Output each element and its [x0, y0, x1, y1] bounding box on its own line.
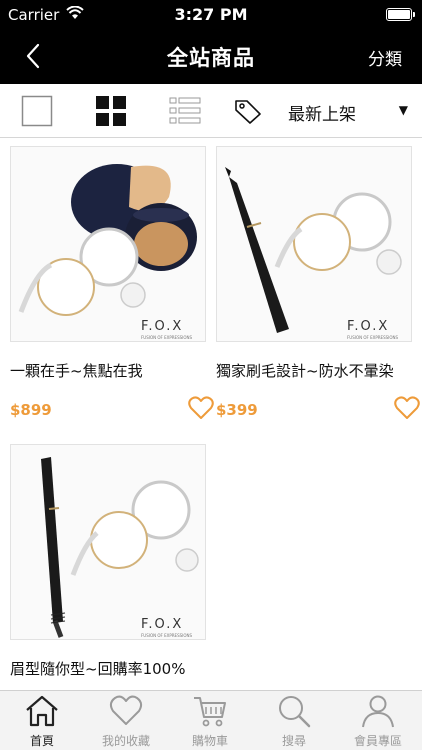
tab-bar: 首頁 我的收藏 購物車 搜尋 會員專區	[0, 690, 422, 750]
category-button[interactable]: 分類	[368, 45, 402, 70]
chevron-left-icon	[26, 43, 40, 69]
brand-tagline: FUSION OF EXPRESSIONS	[347, 335, 398, 340]
brand-tagline: FUSION OF EXPRESSIONS	[141, 335, 192, 340]
tab-label: 搜尋	[281, 734, 306, 748]
member-icon	[362, 695, 394, 728]
sort-label: 最新上架	[288, 105, 356, 125]
product-image[interactable]: F.O.X FUSION OF EXPRESSIONS	[10, 444, 206, 640]
heart-icon	[394, 396, 420, 419]
list-view-button[interactable]	[169, 95, 201, 127]
product-card[interactable]: F.O.X FUSION OF EXPRESSIONS 一顆在手~焦點在我 $8…	[10, 146, 214, 426]
product-image[interactable]: F.O.X FUSION OF EXPRESSIONS	[10, 146, 206, 342]
tab-label: 購物車	[191, 734, 228, 748]
product-price: $399	[216, 401, 258, 419]
tab-favorites[interactable]: 我的收藏	[84, 691, 168, 750]
tab-cart[interactable]: 購物車	[168, 691, 252, 750]
clock: 3:27 PM	[174, 5, 248, 24]
favorite-button[interactable]	[188, 396, 214, 420]
back-button[interactable]	[20, 39, 50, 73]
tag-icon	[235, 100, 261, 124]
view-toolbar: 最新上架 ▼	[0, 84, 422, 138]
tab-label: 我的收藏	[101, 734, 150, 748]
brand-logo: F.O.X	[347, 319, 389, 334]
grid-icon	[96, 96, 126, 126]
brand-logo: F.O.X	[141, 319, 183, 334]
product-name[interactable]: 獨家刷毛設計~防水不暈染	[216, 360, 416, 381]
single-view-button[interactable]	[21, 95, 53, 127]
search-icon	[279, 696, 311, 728]
brand-logo: F.O.X	[141, 617, 183, 632]
cart-icon	[194, 697, 226, 727]
product-card[interactable]: F.O.X FUSION OF EXPRESSIONS 眉型隨你型~回購率100…	[10, 444, 208, 690]
tab-home[interactable]: 首頁	[0, 691, 84, 750]
sort-dropdown[interactable]: 最新上架 ▼	[234, 94, 420, 128]
list-icon	[169, 97, 201, 124]
product-price: $899	[10, 401, 52, 419]
product-image[interactable]: F.O.X FUSION OF EXPRESSIONS	[216, 146, 412, 342]
nav-bar: 全站商品 分類	[0, 30, 422, 84]
square-icon	[21, 95, 53, 127]
product-name[interactable]: 眉型隨你型~回購率100%	[10, 658, 210, 679]
heart-icon	[109, 695, 143, 725]
caret-down-icon: ▼	[398, 103, 408, 117]
tab-label: 首頁	[29, 734, 54, 748]
favorite-button[interactable]	[394, 396, 420, 420]
tab-search[interactable]: 搜尋	[252, 691, 336, 750]
home-icon	[26, 695, 58, 727]
battery-icon	[386, 8, 415, 21]
page-title: 全站商品	[167, 46, 255, 70]
product-card[interactable]: F.O.X FUSION OF EXPRESSIONS 獨家刷毛設計~防水不暈染…	[216, 146, 420, 426]
brand-tagline: FUSION OF EXPRESSIONS	[141, 633, 192, 638]
heart-icon	[188, 396, 214, 419]
status-bar: Carrier 3:27 PM	[0, 0, 422, 30]
tab-label: 會員專區	[353, 734, 402, 748]
tab-member[interactable]: 會員專區	[336, 691, 420, 750]
grid-view-button[interactable]	[95, 95, 127, 127]
product-name[interactable]: 一顆在手~焦點在我	[10, 360, 210, 381]
